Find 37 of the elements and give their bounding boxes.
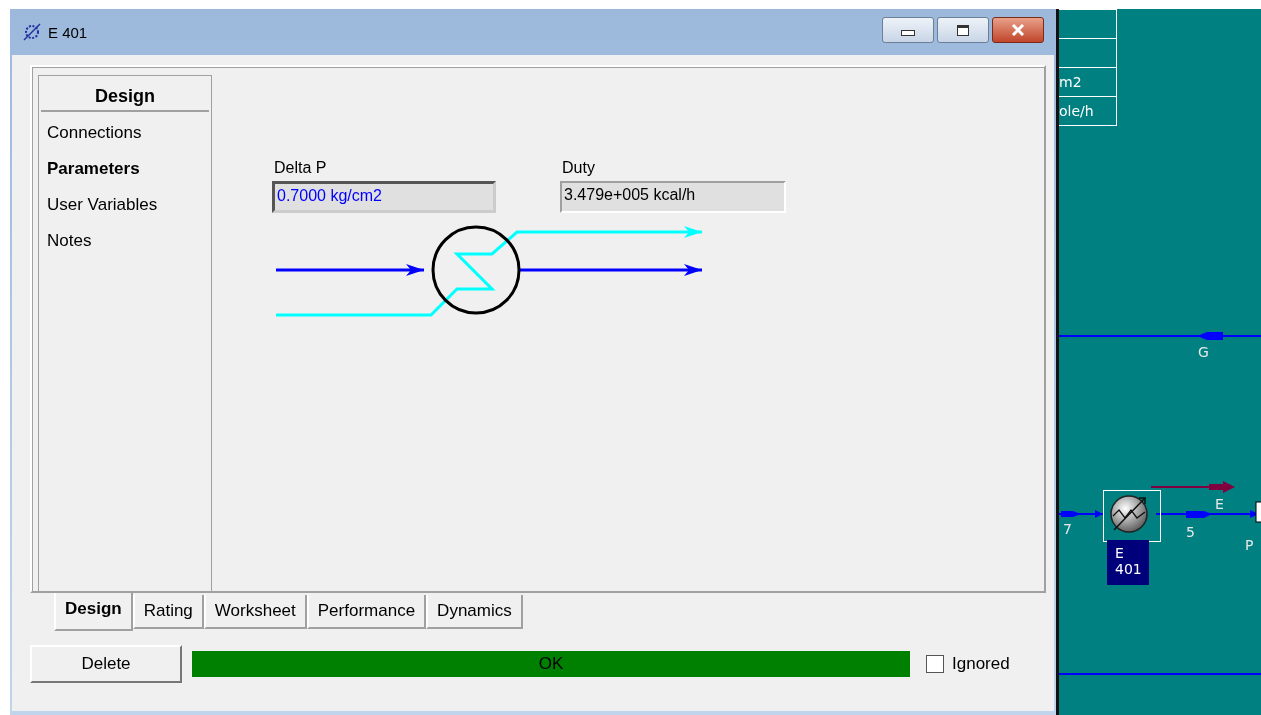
- delete-button[interactable]: Delete: [30, 645, 182, 683]
- app-icon: [22, 22, 42, 42]
- tab[interactable]: Performance: [306, 595, 427, 629]
- close-icon: [1011, 24, 1025, 36]
- maximize-icon: [957, 24, 969, 36]
- stream-label: G: [1198, 344, 1209, 360]
- stream-label: 5: [1186, 524, 1195, 540]
- table-cell: m2: [1059, 67, 1116, 96]
- field-label: Duty: [561, 159, 596, 178]
- minimize-button[interactable]: [882, 17, 934, 43]
- field-label: Delta P: [273, 159, 328, 178]
- window-title: E 401: [48, 23, 88, 41]
- unit-label: E 401: [1107, 540, 1149, 585]
- value-field[interactable]: 0.7000 kg/cm2: [272, 181, 496, 213]
- tab[interactable]: Design: [54, 593, 133, 631]
- ignored-checkbox[interactable]: [926, 655, 944, 673]
- tab[interactable]: Worksheet: [203, 595, 307, 629]
- stream-label: E: [1215, 496, 1224, 512]
- sidebar-item[interactable]: Parameters: [47, 154, 211, 190]
- close-button[interactable]: [992, 17, 1044, 43]
- sidebar-item[interactable]: User Variables: [47, 190, 211, 226]
- table-cell: ole/h: [1059, 96, 1116, 125]
- tab[interactable]: Rating: [132, 595, 204, 629]
- sidebar-item[interactable]: Notes: [47, 226, 211, 262]
- stream-label: 7: [1063, 521, 1072, 537]
- sidebar-item[interactable]: Connections: [47, 118, 211, 154]
- value-field[interactable]: 3.479e+005 kcal/h: [560, 181, 786, 213]
- ignored-label[interactable]: Ignored: [952, 654, 1010, 674]
- stream-arrow: [1059, 508, 1104, 520]
- heat-exchanger-icon[interactable]: [1109, 494, 1149, 534]
- sidebar-header: Design: [41, 76, 209, 112]
- unit-icon: [1255, 501, 1261, 523]
- status-bar: OK: [192, 651, 910, 677]
- tab[interactable]: Dynamics: [426, 595, 523, 629]
- stream-label: P: [1245, 537, 1254, 553]
- maximize-button[interactable]: [937, 17, 989, 43]
- minimize-icon: [901, 30, 915, 36]
